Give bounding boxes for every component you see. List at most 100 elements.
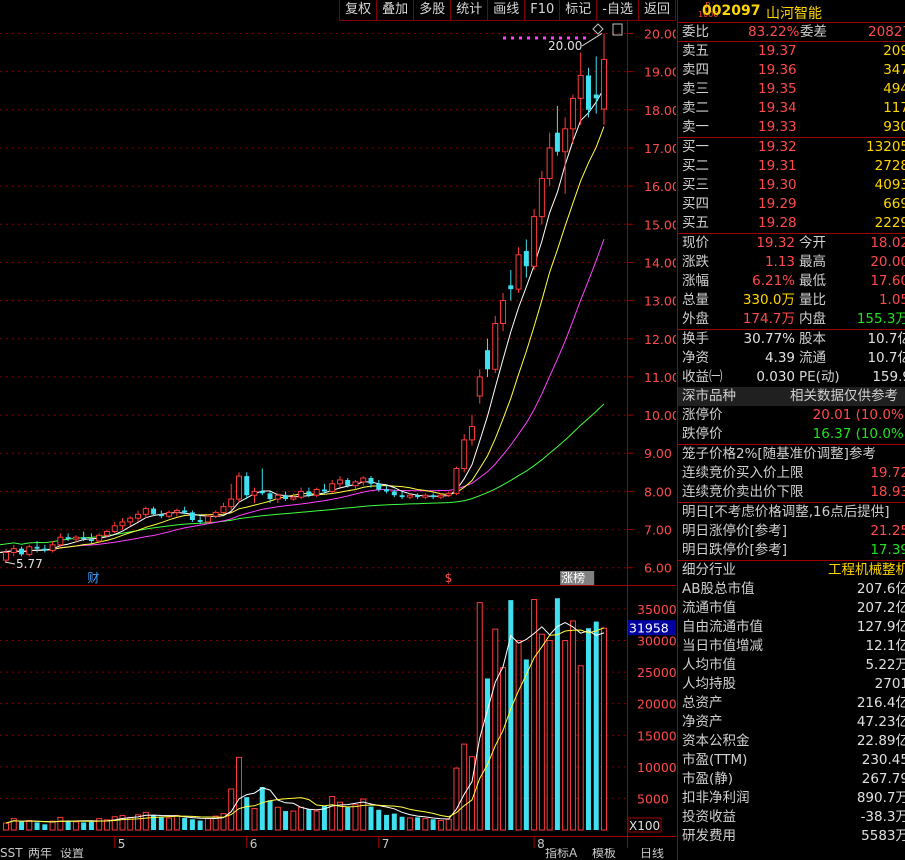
- asks-price[interactable]: 19.36: [758, 61, 797, 80]
- industry-value[interactable]: 工程机械整机: [828, 561, 905, 580]
- toolbar-button-3[interactable]: 统计: [451, 0, 489, 20]
- quote-label-left: 总量: [682, 292, 709, 308]
- stats-value: 5583万: [861, 828, 905, 844]
- volume-bar: [523, 659, 529, 830]
- fundamentals-block: 换手30.77%股本10.7亿净资4.39流通10.7亿收益㈠0.030PE(动…: [678, 330, 905, 387]
- candle: [546, 132, 553, 187]
- candle-body: [228, 498, 235, 508]
- candle-body: [384, 489, 390, 492]
- stats-row: 当日市值增减 12.1亿: [678, 637, 905, 656]
- kline-chart[interactable]: 20.00 19.00 18.00 17.00 16.00 15.00 14.00 13.00…: [0, 0, 676, 860]
- stats-row: 研发费用 5583万: [678, 827, 905, 846]
- candle-body: [127, 517, 134, 523]
- ask-book: 卖五 19.37 209 卖四 19.36 347 卖三 19.35 494 卖二 19.34 117…: [678, 42, 905, 138]
- bottom-tab-1[interactable]: 两年: [28, 848, 52, 860]
- bids-price[interactable]: 19.28: [758, 214, 797, 233]
- bids-volume: 13205: [866, 139, 905, 155]
- candle-body: [508, 285, 514, 290]
- candle: [430, 493, 436, 500]
- candle: [298, 487, 305, 500]
- stock-name[interactable]: 山河智能: [766, 3, 822, 23]
- candle-body: [290, 496, 297, 500]
- toolbar-button-4[interactable]: 画线: [488, 0, 526, 20]
- bids-price[interactable]: 19.29: [758, 195, 797, 214]
- stats-value: 267.79: [861, 771, 905, 787]
- bids-price[interactable]: 19.30: [758, 176, 797, 195]
- price-ma60-line: [0, 403, 605, 546]
- stats-row: 净资产 47.23亿: [678, 713, 905, 732]
- price-tick-label: 18.00: [644, 103, 676, 118]
- bottom-tab-0[interactable]: SST: [0, 848, 23, 860]
- volume-bar: [399, 816, 405, 830]
- fund-row: 换手 30.77%股本 10.7亿: [678, 330, 905, 349]
- fund-row: 收益㈠ 0.030PE(动) 159.9: [678, 368, 905, 387]
- volume-bar: [515, 640, 522, 831]
- volume-bar: [166, 817, 173, 831]
- volume-bar: [65, 820, 71, 830]
- price-tick-label: 10.00: [644, 408, 676, 423]
- bottom-tab-3[interactable]: 指标A: [545, 848, 577, 860]
- bottom-tab-4[interactable]: 模板: [592, 848, 616, 860]
- asks-price[interactable]: 19.37: [758, 42, 797, 61]
- candle-body: [585, 75, 591, 110]
- toolbar-button-0[interactable]: 复权: [340, 0, 378, 20]
- candle: [399, 491, 405, 500]
- volume-ma10-line: [5, 627, 605, 824]
- candle: [352, 479, 359, 490]
- volume-bar: [577, 665, 584, 831]
- asks-label: 卖四: [682, 62, 709, 78]
- volume-bar: [34, 822, 40, 830]
- expand-icon: [592, 23, 604, 35]
- toolbar-button-7[interactable]: -自选: [597, 0, 639, 20]
- quote-label-right: 最低: [799, 273, 826, 289]
- toolbar-button-2[interactable]: 多股: [414, 0, 452, 20]
- asks-label: 卖二: [682, 100, 709, 116]
- price-tick-label: 14.00: [644, 255, 676, 270]
- candle-body: [96, 534, 103, 542]
- candle: [166, 510, 173, 519]
- toolbar-button-5[interactable]: F10: [525, 0, 561, 20]
- fund-label-left: 换手: [682, 331, 709, 347]
- candle: [601, 33, 607, 126]
- bids-row: 买五 19.28 2229: [678, 214, 905, 233]
- bids-price[interactable]: 19.32: [758, 138, 797, 157]
- candle-body: [422, 494, 429, 498]
- volume-bar: [422, 818, 429, 831]
- stats-row: 自由流通市值 127.9亿: [678, 618, 905, 637]
- asks-price[interactable]: 19.34: [758, 99, 797, 118]
- stock-code[interactable]: 002097: [702, 3, 760, 19]
- limits-value: 20.01 (10.0%): [812, 407, 905, 423]
- candle-body: [313, 489, 320, 496]
- volume-bar: [437, 820, 444, 831]
- fund-value-left: 0.030: [756, 369, 795, 385]
- volume-bar: [391, 813, 397, 830]
- bottom-tab-5[interactable]: 日线: [640, 848, 664, 860]
- candle-body: [103, 530, 110, 536]
- candle: [415, 493, 421, 500]
- toolbar-button-8[interactable]: 返回: [639, 0, 676, 20]
- candle: [49, 541, 56, 553]
- current-volume-label: 31958: [629, 621, 669, 636]
- asks-price[interactable]: 19.33: [758, 118, 797, 137]
- asks-price[interactable]: 19.35: [758, 80, 797, 99]
- candle: [235, 472, 242, 503]
- industry-label: 细分行业: [682, 562, 736, 578]
- candle-body: [166, 511, 173, 517]
- stats-value: -38.3万: [860, 809, 905, 825]
- toolbar-button-6[interactable]: 标记: [560, 0, 598, 20]
- quote-label-right: 量比: [799, 292, 826, 308]
- limit-prices: 涨停价 20.01 (10.0%) 跌停价 16.37 (10.0%): [678, 406, 905, 445]
- candle-body: [151, 508, 157, 515]
- asks-row: 卖五 19.37 209: [678, 42, 905, 61]
- volume-bar: [158, 817, 164, 830]
- volume-bar: [283, 811, 289, 830]
- bids-price[interactable]: 19.31: [758, 157, 797, 176]
- quote-value-left: 1.13: [764, 254, 795, 270]
- volume-bar: [476, 602, 483, 831]
- toolbar-button-1[interactable]: 叠加: [377, 0, 415, 20]
- stats-value: 890.7万: [856, 790, 905, 806]
- fund-label-right: PE(动): [799, 369, 840, 385]
- bottom-tab-2[interactable]: 设置: [60, 848, 84, 860]
- kline-chart-area[interactable]: 20.00 19.00 18.00 17.00 16.00 15.00 14.00 13.00…: [0, 0, 676, 860]
- volume-unit-label: X100: [629, 819, 660, 833]
